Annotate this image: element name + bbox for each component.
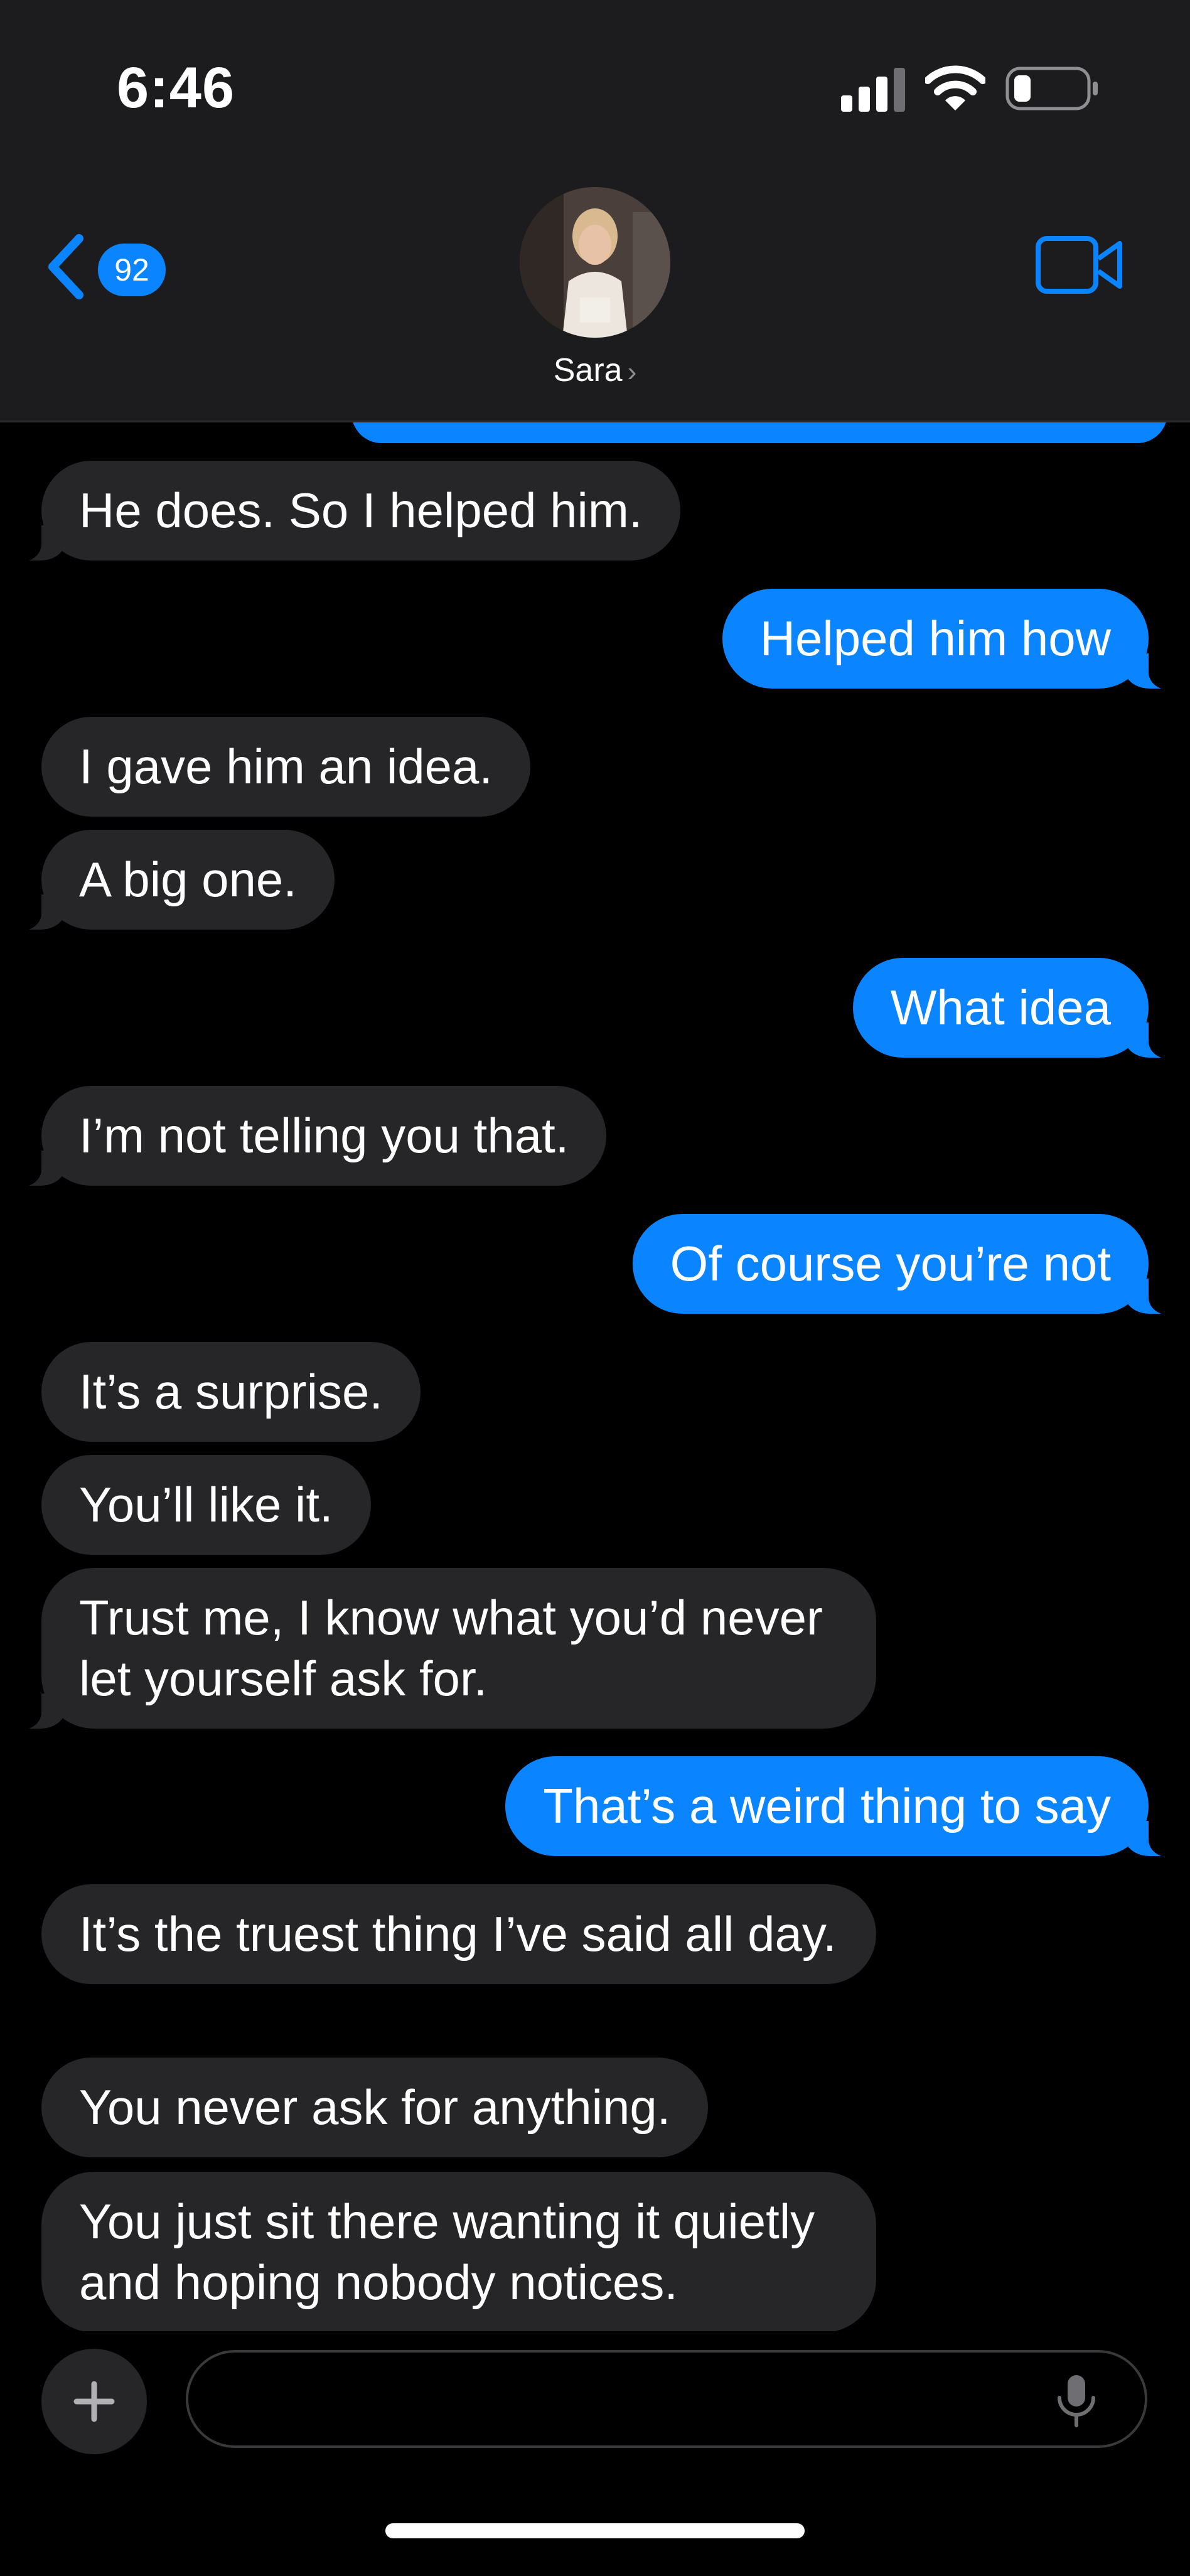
incoming-message: You’ll like it. bbox=[41, 1455, 371, 1555]
incoming-message: I gave him an idea. bbox=[41, 717, 531, 817]
incoming-message: A big one. bbox=[15, 830, 335, 931]
outgoing-message: Of course you’re not bbox=[632, 1214, 1176, 1315]
message-input[interactable] bbox=[186, 2350, 1147, 2448]
compose-bar bbox=[0, 2331, 1190, 2576]
contact-avatar[interactable] bbox=[520, 187, 670, 338]
outgoing-message: Helped him how bbox=[722, 589, 1176, 690]
incoming-message: It’s the truest thing I’ve said all day. bbox=[41, 1884, 876, 1984]
outgoing-message: What idea bbox=[852, 958, 1176, 1059]
conversation-header: 6:46 92 Sara › bbox=[0, 0, 1190, 422]
incoming-message: You never ask for anything. bbox=[41, 2058, 709, 2157]
status-time: 6:46 bbox=[117, 56, 235, 120]
microphone-icon[interactable] bbox=[1054, 2373, 1098, 2429]
incoming-message: Trust me, I know what you’d never let yo… bbox=[15, 1568, 876, 1730]
incoming-message: He does. So I helped him. bbox=[15, 461, 680, 562]
battery-icon bbox=[1005, 67, 1098, 110]
incoming-message: You just sit there wanting it quietly an… bbox=[41, 2172, 876, 2331]
contact-name-button[interactable]: Sara › bbox=[0, 352, 1190, 389]
chevron-right-icon: › bbox=[627, 357, 637, 387]
unread-count-badge: 92 bbox=[98, 244, 166, 296]
incoming-message: It’s a surprise. bbox=[41, 1342, 421, 1442]
add-attachment-button[interactable] bbox=[41, 2349, 147, 2454]
cellular-signal-icon bbox=[841, 68, 905, 112]
wifi-icon bbox=[925, 65, 985, 110]
partial-outgoing-bubble bbox=[351, 421, 1167, 443]
back-chevron-icon bbox=[48, 234, 83, 299]
outgoing-message: That’s a weird thing to say bbox=[505, 1756, 1175, 1857]
message-thread[interactable]: He does. So I helped him. Helped him how… bbox=[0, 421, 1190, 2331]
back-button[interactable]: 92 bbox=[44, 226, 176, 308]
home-indicator[interactable] bbox=[385, 2523, 805, 2538]
plus-icon bbox=[73, 2381, 115, 2422]
video-camera-icon[interactable] bbox=[1036, 236, 1123, 294]
incoming-message: I’m not telling you that. bbox=[14, 1086, 607, 1187]
contact-name: Sara bbox=[553, 352, 623, 389]
